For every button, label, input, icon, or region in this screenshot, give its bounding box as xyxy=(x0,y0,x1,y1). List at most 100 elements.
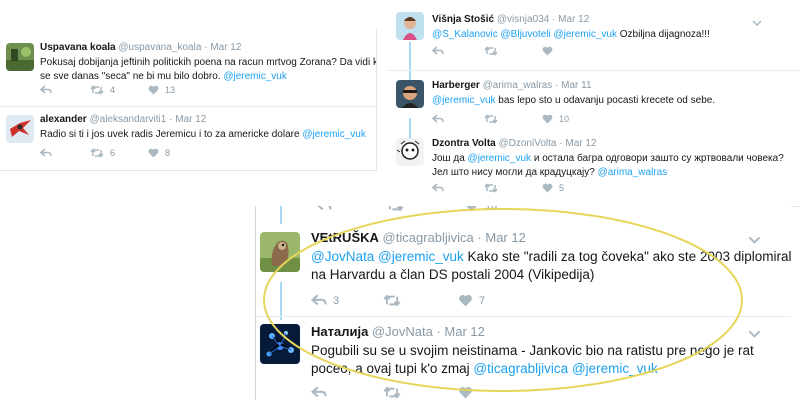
like-button[interactable]: 5 xyxy=(542,183,564,193)
tweet[interactable]: Uspavana koala @uspavana_koala · Mar 12 … xyxy=(0,28,376,100)
tweet-text-segment: Јел што нису могли да крадуцкају? xyxy=(432,166,598,178)
divider xyxy=(0,106,376,107)
retweet-button[interactable] xyxy=(484,46,542,56)
tweet-line: na Harvardu a član DS postali 2004 (Viki… xyxy=(311,266,786,284)
avatar[interactable] xyxy=(396,138,424,166)
retweet-icon xyxy=(383,386,401,399)
heart-icon xyxy=(459,294,472,307)
author-name[interactable]: alexander xyxy=(40,114,87,125)
retweet-button[interactable] xyxy=(484,183,542,193)
tweet[interactable]: Наталија @JovNata · Mar 12 Pogubili su s… xyxy=(256,318,791,400)
tweet-actions: 3 7 xyxy=(311,294,485,307)
mention-link[interactable]: @arima_walras xyxy=(598,167,668,178)
author-name[interactable]: Višnja Stošić xyxy=(432,14,494,25)
reply-button[interactable] xyxy=(40,85,90,95)
retweet-button[interactable]: 6 xyxy=(90,148,148,158)
avatar[interactable] xyxy=(260,232,300,272)
avatar[interactable] xyxy=(260,324,300,364)
heart-icon xyxy=(148,85,159,95)
mention-link[interactable]: @jeremic_vuk xyxy=(302,129,366,140)
tweet-date[interactable]: Mar 12 xyxy=(444,324,484,339)
retweet-button[interactable] xyxy=(383,294,458,307)
author-handle[interactable]: @aleksandarviti1 xyxy=(89,114,166,125)
like-button[interactable]: 10 xyxy=(542,114,569,124)
like-button[interactable]: 13 xyxy=(148,85,175,95)
tweet[interactable]: Harberger @arima_walras · Mar 11 @jeremi… xyxy=(388,72,800,132)
mention-link[interactable]: @JovNata xyxy=(311,249,374,264)
like-button[interactable] xyxy=(458,386,479,399)
tweet-line: @S_Kalanovic @Bljuvoteli @jeremic_vuk Oz… xyxy=(432,28,792,42)
retweet-icon xyxy=(383,294,401,307)
tweet[interactable]: Dzontra Volta @DzoniVolta · Mar 12 Још д… xyxy=(388,132,800,202)
tweet-date[interactable]: Mar 12 xyxy=(558,14,589,25)
like-button[interactable]: 10 xyxy=(464,206,497,212)
reply-button[interactable] xyxy=(432,114,484,124)
tweet[interactable]: VEtRUŠKA @ticagrabljivica · Mar 12 @JovN… xyxy=(256,224,791,320)
like-count: 10 xyxy=(485,206,497,212)
divider xyxy=(388,70,800,71)
author-name[interactable]: VEtRUŠKA xyxy=(311,230,379,245)
tweet-line: Radio si ti i jos uvek radis Jeremicu i … xyxy=(40,128,376,142)
retweet-button[interactable] xyxy=(386,206,464,212)
mention-link[interactable]: @S_Kalanovic xyxy=(432,29,498,40)
avatar[interactable] xyxy=(6,43,34,71)
author-name[interactable]: Harberger xyxy=(432,80,480,91)
mention-link[interactable]: @jeremic_vuk xyxy=(468,153,532,164)
mention-link[interactable]: @jeremic_vuk xyxy=(432,95,496,106)
retweet-icon xyxy=(484,46,498,56)
reply-icon xyxy=(311,386,327,398)
author-handle[interactable]: @visnja034 xyxy=(497,14,549,25)
tweet-text-segment: Pogubili su se u svojim neistinama - Jan… xyxy=(311,343,754,358)
retweet-button[interactable]: 4 xyxy=(90,85,148,95)
avatar[interactable] xyxy=(6,115,34,143)
retweet-button[interactable] xyxy=(484,114,542,124)
author-handle[interactable]: @DzoniVolta xyxy=(499,138,557,149)
author-name[interactable]: Наталија xyxy=(311,324,368,339)
avatar[interactable] xyxy=(396,80,424,108)
author-handle[interactable]: @JovNata xyxy=(372,324,433,339)
tweet-date[interactable]: Mar 12 xyxy=(485,230,525,245)
mention-link[interactable]: @jeremic_vuk xyxy=(553,29,617,40)
tweet-actions: 4 13 xyxy=(40,85,175,95)
reply-button[interactable] xyxy=(432,46,484,56)
reply-button[interactable] xyxy=(316,206,386,212)
author-name[interactable]: Dzontra Volta xyxy=(432,138,496,149)
tweet-text: @jeremic_vuk bas lepo sto u odavanju poc… xyxy=(432,94,792,108)
tweet-actions-partial: 10 xyxy=(316,206,497,212)
reply-button[interactable]: 3 xyxy=(311,294,383,307)
tweet-text-segment: bas lepo sto u odavanju pocasti krecete … xyxy=(495,95,716,106)
tweet[interactable]: Višnja Stošić @visnja034 · Mar 12 @S_Kal… xyxy=(388,6,800,66)
tweet-date[interactable]: Mar 12 xyxy=(175,114,206,125)
tweet-separator: · xyxy=(477,230,482,245)
tweet-date[interactable]: Mar 12 xyxy=(210,42,241,53)
reply-button[interactable] xyxy=(311,386,383,399)
author-handle[interactable]: @ticagrabljivica xyxy=(383,230,474,245)
like-button[interactable]: 8 xyxy=(148,148,170,158)
mention-link[interactable]: @jeremic_vuk xyxy=(572,361,658,376)
retweet-button[interactable] xyxy=(383,386,458,399)
author-handle[interactable]: @arima_walras xyxy=(483,80,553,91)
mention-link[interactable]: @ticagrabljivica xyxy=(473,361,568,376)
tweet-text-segment: Ozbiljna dijagnoza!!! xyxy=(617,29,710,40)
tweet-text-segment: Kako ste "radili za tog čoveka" ako ste … xyxy=(463,249,791,264)
avatar[interactable] xyxy=(396,12,424,40)
author-name[interactable]: Uspavana koala xyxy=(40,42,116,53)
reply-button[interactable] xyxy=(40,148,90,158)
like-button[interactable]: 7 xyxy=(458,294,485,307)
tweet-separator: · xyxy=(559,138,563,149)
reply-button[interactable] xyxy=(432,183,484,193)
mention-link[interactable]: @jeremic_vuk xyxy=(378,249,464,264)
like-count: 13 xyxy=(165,85,176,95)
mention-link[interactable]: @jeremic_vuk xyxy=(223,71,287,82)
retweet-icon xyxy=(484,183,498,193)
tweet-text: Pogubili su se u svojim neistinama - Jan… xyxy=(311,342,786,378)
tweet-date[interactable]: Mar 11 xyxy=(561,80,591,91)
tweet-text-segment: Radio si ti i jos uvek radis Jeremicu i … xyxy=(40,129,303,140)
tweet[interactable]: alexander @aleksandarviti1 · Mar 12 Radi… xyxy=(0,108,376,170)
like-button[interactable] xyxy=(542,46,559,56)
reply-icon xyxy=(317,206,332,211)
tweet-date[interactable]: Mar 12 xyxy=(565,138,596,149)
mention-link[interactable]: @Bljuvoteli xyxy=(501,29,551,40)
reply-icon xyxy=(432,183,444,192)
author-handle[interactable]: @uspavana_koala xyxy=(118,42,201,53)
